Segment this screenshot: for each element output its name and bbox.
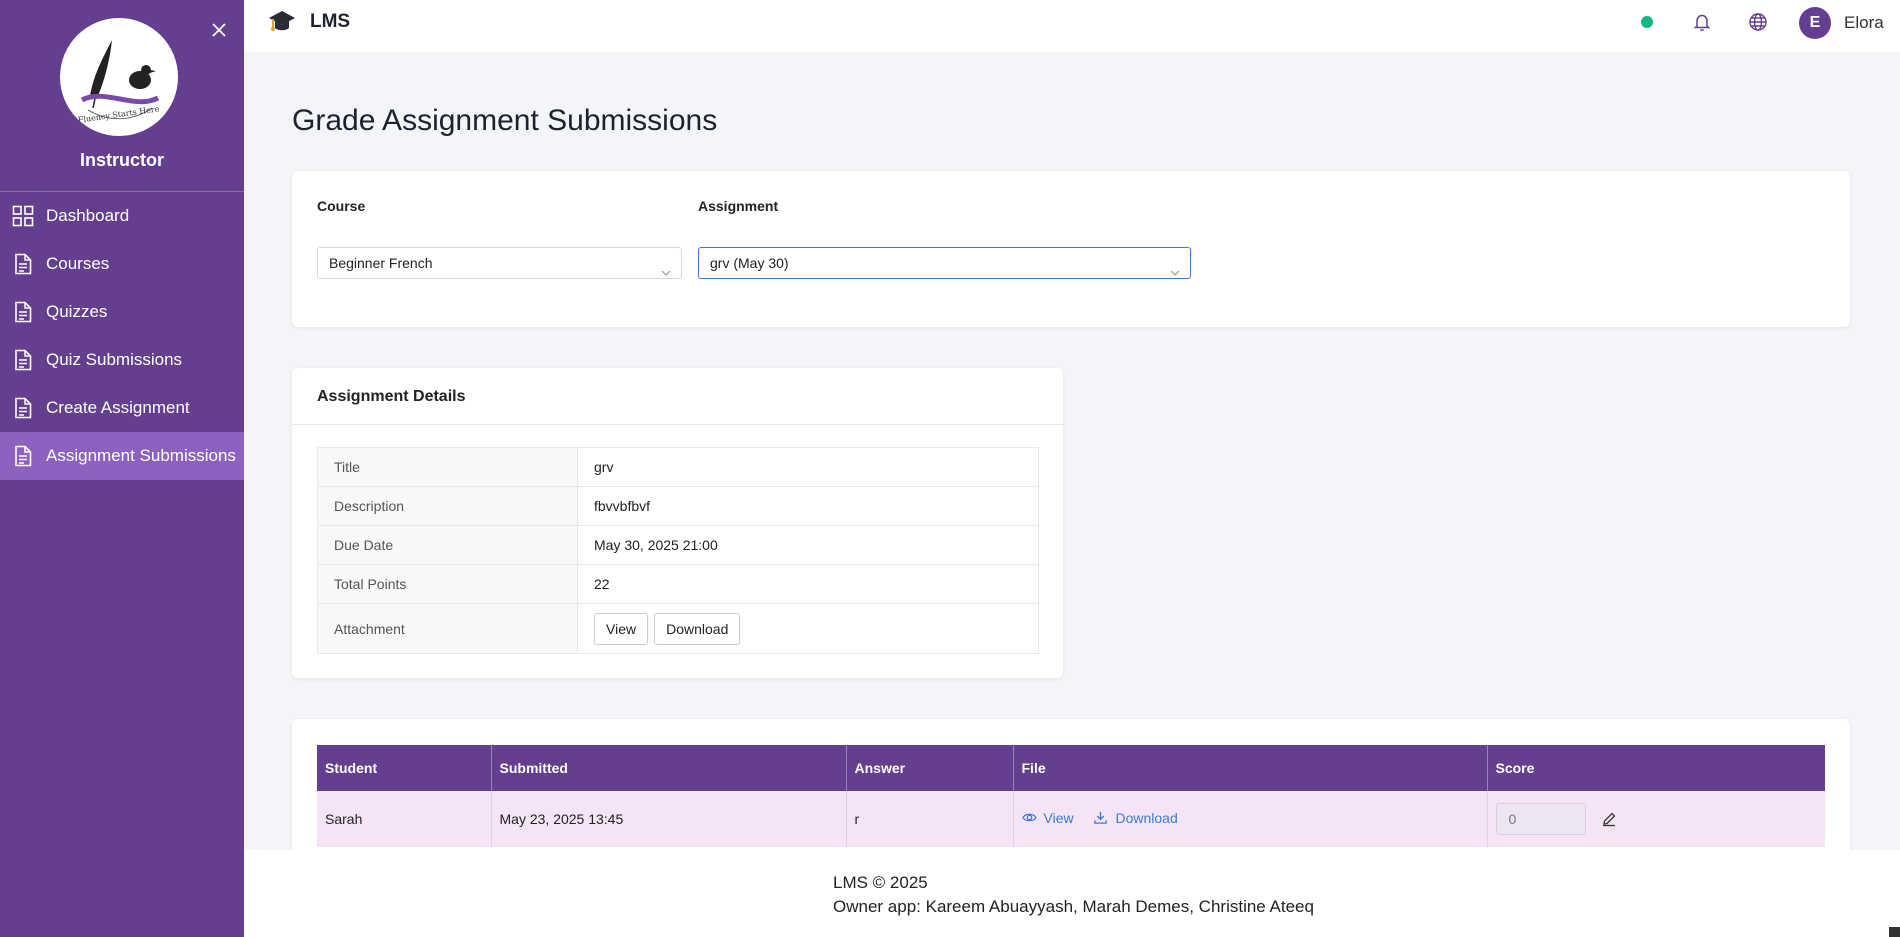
- topbar: LMS E Elora: [244, 0, 1900, 52]
- sidebar-item-label: Quiz Submissions: [46, 350, 183, 369]
- globe-icon[interactable]: [1748, 12, 1768, 32]
- details-row: Description fbvvbfbvf: [317, 486, 1039, 526]
- course-label: Course: [317, 198, 366, 214]
- close-icon[interactable]: [208, 20, 230, 42]
- details-row: Due Date May 30, 2025 21:00: [317, 525, 1039, 565]
- detail-key: Total Points: [317, 564, 578, 604]
- download-icon: [1094, 812, 1108, 825]
- grid-icon: [12, 205, 34, 227]
- column-header-file[interactable]: File: [1013, 745, 1488, 791]
- sidebar-item-label: Create Assignment: [46, 398, 190, 417]
- sidebar-item-courses[interactable]: Courses: [0, 240, 244, 288]
- document-icon: [12, 445, 34, 467]
- student-cell: Sarah: [317, 791, 492, 847]
- sidebar-item-dashboard[interactable]: Dashboard: [0, 192, 244, 240]
- answer-cell: r: [846, 791, 1014, 847]
- sidebar-item-create-assignment[interactable]: Create Assignment: [0, 384, 244, 432]
- chevron-down-icon: [661, 258, 671, 276]
- download-file-link[interactable]: Download: [1093, 809, 1178, 826]
- download-file-label: Download: [1115, 809, 1178, 826]
- sidebar-item-label: Dashboard: [46, 206, 130, 225]
- score-cell: [1487, 791, 1825, 847]
- detail-key: Description: [317, 486, 578, 526]
- sidebar-item-quizzes[interactable]: Quizzes: [0, 288, 244, 336]
- view-file-link[interactable]: View: [1021, 809, 1074, 826]
- detail-value: grv: [594, 459, 614, 475]
- logo: Fluency Starts Here: [60, 18, 178, 136]
- footer: LMS © 2025 Owner app: Kareem Abuayyash, …: [244, 850, 1900, 937]
- detail-key: Attachment: [317, 603, 578, 654]
- table-row: Sarah May 23, 2025 13:45 r View Download: [317, 791, 1825, 847]
- filters-card: Course Assignment Beginner French grv (M…: [292, 171, 1850, 327]
- details-table: Title grv Description fbvvbfbvf Due Date…: [317, 447, 1039, 654]
- card-header: Assignment Details: [292, 368, 1063, 425]
- details-row: Total Points 22: [317, 564, 1039, 604]
- attachment-actions: View Download: [577, 603, 1039, 654]
- download-attachment-button[interactable]: Download: [654, 612, 741, 645]
- assignment-label: Assignment: [698, 198, 779, 214]
- view-attachment-button[interactable]: View: [594, 612, 649, 645]
- document-icon: [12, 349, 34, 371]
- submitted-cell: May 23, 2025 13:45: [491, 791, 847, 847]
- detail-value: 22: [577, 564, 1039, 604]
- detail-key: Due Date: [317, 525, 578, 565]
- submissions-table: Student Submitted Answer File Score Sara…: [317, 745, 1825, 847]
- sidebar-item-label: Assignment Submissions: [46, 446, 236, 465]
- document-icon: [12, 253, 34, 275]
- footer-copyright: LMS © 2025: [833, 873, 928, 892]
- sidebar-item-label: Quizzes: [46, 302, 108, 321]
- sidebar-item-label: Courses: [46, 254, 110, 273]
- column-header-answer[interactable]: Answer: [846, 745, 1014, 791]
- brand[interactable]: LMS: [268, 8, 350, 36]
- avatar[interactable]: E: [1799, 7, 1831, 39]
- document-icon: [12, 397, 34, 419]
- page-title: Grade Assignment Submissions: [292, 104, 718, 137]
- sidebar-item-assignment-submissions[interactable]: Assignment Submissions: [0, 432, 244, 480]
- app-name: LMS: [310, 11, 351, 32]
- table-header-row: Student Submitted Answer File Score: [317, 745, 1825, 791]
- assignment-details-card: Assignment Details Title grv Description…: [292, 368, 1063, 678]
- course-select[interactable]: Beginner French: [317, 247, 682, 279]
- chevron-down-icon: [1170, 258, 1180, 276]
- course-select-value: Beginner French: [329, 255, 433, 271]
- sidebar: Fluency Starts Here Instructor Dashboard…: [0, 0, 244, 937]
- online-status-dot: [1641, 16, 1653, 28]
- footer-owners: Owner app: Kareem Abuayyash, Marah Demes…: [833, 897, 1314, 916]
- column-header-student[interactable]: Student: [317, 745, 492, 791]
- file-cell: View Download: [1013, 791, 1488, 847]
- assignment-select-value: grv (May 30): [710, 255, 789, 271]
- detail-value: May 30, 2025 21:00: [577, 525, 1039, 565]
- sidebar-item-quiz-submissions[interactable]: Quiz Submissions: [0, 336, 244, 384]
- bell-icon[interactable]: [1692, 12, 1712, 32]
- resize-handle: [1889, 927, 1900, 937]
- username[interactable]: Elora: [1844, 13, 1884, 33]
- graduation-cap-icon: [268, 8, 296, 36]
- column-header-submitted[interactable]: Submitted: [491, 745, 847, 791]
- sidebar-nav: Dashboard Courses Quizzes Quiz Submissio…: [0, 192, 244, 480]
- eye-icon: [1021, 813, 1037, 822]
- details-row: Title grv: [317, 447, 1039, 487]
- pencil-icon[interactable]: [1601, 811, 1617, 827]
- role-label: Instructor: [79, 150, 164, 170]
- column-header-score[interactable]: Score: [1487, 745, 1825, 791]
- detail-key: Title: [317, 447, 578, 487]
- detail-value: fbvvbfbvf: [577, 486, 1039, 526]
- score-input[interactable]: [1495, 803, 1586, 835]
- assignment-select[interactable]: grv (May 30): [698, 247, 1191, 279]
- card-title: Assignment Details: [317, 388, 466, 405]
- document-icon: [12, 301, 34, 323]
- details-row: Attachment View Download: [317, 603, 1039, 654]
- view-file-label: View: [1043, 809, 1074, 826]
